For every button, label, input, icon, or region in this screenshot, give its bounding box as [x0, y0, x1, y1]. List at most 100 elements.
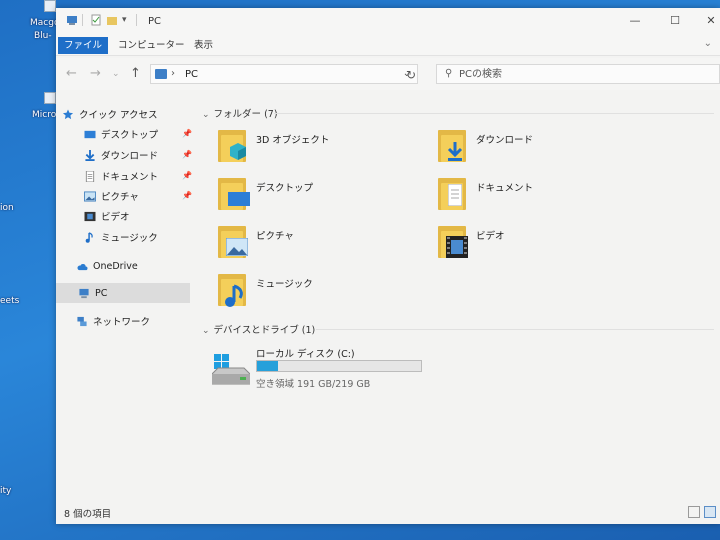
tab-view[interactable]: 表示: [188, 37, 219, 54]
search-input[interactable]: [459, 67, 709, 81]
large-icons-view-icon[interactable]: [704, 506, 716, 518]
hard-drive-icon: [212, 354, 250, 385]
music-folder-icon: [216, 272, 252, 308]
nav-network[interactable]: ネットワーク: [76, 311, 150, 331]
nav-item-pictures[interactable]: ピクチャ: [84, 186, 139, 206]
search-icon: ⚲: [445, 68, 453, 79]
nav-label: ピクチャ: [101, 192, 139, 203]
drive-name: ローカル ディスク (C:): [256, 349, 355, 360]
folder-name: 3D オブジェクト: [256, 135, 330, 146]
documents-folder-icon: [436, 176, 472, 212]
music-icon: [85, 231, 93, 243]
picture-icon: [84, 190, 96, 202]
nav-item-downloads[interactable]: ダウンロード: [84, 145, 158, 165]
maximize-button[interactable]: ☐: [660, 12, 690, 30]
close-button[interactable]: ✕: [696, 12, 720, 30]
nav-label: デスクトップ: [101, 130, 159, 141]
navigation-pane: クイック アクセス デスクトップ 📌 ダウンロード 📌 ドキュメント 📌 ピクチ…: [56, 96, 192, 496]
folder-pictures[interactable]: ピクチャ: [216, 224, 416, 268]
recent-locations-button[interactable]: ⌄: [112, 69, 120, 79]
group-divider: [316, 329, 714, 330]
desktop-shortcut-icon[interactable]: [44, 92, 56, 104]
nav-label: ダウンロード: [101, 151, 159, 162]
file-explorer-window: ▾ PC — ☐ ✕ ファイル コンピューター 表示 ⌄ ← → ⌄ ↑ › P…: [56, 8, 720, 524]
tab-computer[interactable]: コンピューター: [112, 37, 191, 54]
pc-icon: [79, 288, 89, 298]
group-title: フォルダー (7): [213, 109, 278, 120]
minimize-button[interactable]: —: [620, 12, 650, 30]
nav-quick-access[interactable]: クイック アクセス: [62, 104, 158, 124]
drive-usage-fill: [257, 361, 278, 371]
nav-onedrive[interactable]: OneDrive: [76, 256, 138, 276]
folder-videos[interactable]: ビデオ: [436, 224, 636, 268]
back-button[interactable]: ←: [66, 66, 77, 81]
search-box[interactable]: ⚲: [436, 64, 720, 84]
videos-folder-icon: [436, 224, 472, 260]
address-bar[interactable]: › PC ⌄: [150, 64, 418, 84]
collapse-chevron-icon[interactable]: ⌄: [202, 110, 210, 120]
breadcrumb-pc[interactable]: PC: [185, 69, 198, 80]
video-icon: [84, 211, 96, 221]
tab-file[interactable]: ファイル: [58, 37, 109, 54]
breadcrumb-chevron-icon[interactable]: ›: [171, 68, 175, 79]
nav-label: ミュージック: [101, 233, 158, 244]
pin-icon[interactable]: 📌: [182, 150, 192, 159]
nav-label: ドキュメント: [101, 172, 159, 183]
group-title: デバイスとドライブ (1): [213, 325, 316, 336]
ribbon: ファイル コンピューター 表示 ⌄: [56, 34, 720, 56]
desktop-shortcut-icon[interactable]: [44, 0, 56, 12]
desktop-icon: [84, 130, 96, 138]
nav-item-documents[interactable]: ドキュメント: [84, 166, 158, 186]
folders-group-header[interactable]: ⌄ フォルダー (7): [202, 106, 278, 120]
folder-name: デスクトップ: [256, 183, 314, 194]
folder-desktop[interactable]: デスクトップ: [216, 176, 416, 220]
refresh-button[interactable]: ↻: [406, 68, 416, 82]
network-icon: [77, 316, 87, 326]
desktop-label: Blu-: [34, 31, 52, 41]
desktop-label: Micro: [32, 110, 57, 120]
properties-icon[interactable]: [90, 14, 102, 26]
nav-label: PC: [95, 287, 108, 299]
nav-pc[interactable]: PC: [56, 283, 190, 303]
details-view-icon[interactable]: [688, 506, 700, 518]
star-icon: [62, 108, 74, 119]
window-title: PC: [148, 16, 162, 27]
new-folder-icon[interactable]: [106, 14, 118, 26]
collapse-chevron-icon[interactable]: ⌄: [202, 326, 210, 336]
cloud-icon: [77, 263, 88, 270]
desktop-label: ion: [0, 203, 14, 213]
address-toolbar: ← → ⌄ ↑ › PC ⌄ ↻ ⚲: [56, 58, 720, 90]
pin-icon[interactable]: 📌: [182, 191, 192, 200]
folder-music[interactable]: ミュージック: [216, 272, 416, 316]
folder-name: ビデオ: [476, 231, 505, 242]
nav-label: OneDrive: [93, 260, 138, 272]
folder-3d-objects[interactable]: 3D オブジェクト: [216, 128, 416, 172]
folder-documents[interactable]: ドキュメント: [436, 176, 636, 220]
pc-icon: [67, 16, 77, 25]
group-divider: [274, 113, 714, 114]
customize-toolbar-icon[interactable]: ▾: [122, 15, 134, 27]
pin-icon[interactable]: 📌: [182, 129, 192, 138]
download-icon: [85, 149, 95, 161]
desktop-label: ity: [0, 486, 12, 496]
pin-icon[interactable]: 📌: [182, 171, 192, 180]
nav-item-videos[interactable]: ビデオ: [84, 206, 130, 226]
nav-item-music[interactable]: ミュージック: [84, 227, 158, 247]
drive-c[interactable]: ローカル ディスク (C:) 空き領域 191 GB/219 GB: [212, 346, 452, 396]
nav-label: クイック アクセス: [79, 110, 158, 121]
forward-button[interactable]: →: [90, 66, 101, 81]
folder-name: ドキュメント: [476, 183, 534, 194]
folder-name: ピクチャ: [256, 231, 294, 242]
devices-group-header[interactable]: ⌄ デバイスとドライブ (1): [202, 322, 315, 336]
expand-ribbon-icon[interactable]: ⌄: [704, 38, 712, 49]
drive-usage-bar: [256, 360, 422, 372]
nav-label: ビデオ: [101, 212, 130, 223]
up-button[interactable]: ↑: [130, 66, 141, 81]
pc-icon: [155, 69, 167, 79]
desktop-label: eets: [0, 296, 20, 306]
title-bar: ▾ PC — ☐ ✕: [56, 8, 720, 34]
nav-item-desktop[interactable]: デスクトップ: [84, 124, 158, 144]
document-icon: [85, 170, 95, 182]
desktop-folder-icon: [216, 176, 252, 212]
folder-downloads[interactable]: ダウンロード: [436, 128, 636, 172]
